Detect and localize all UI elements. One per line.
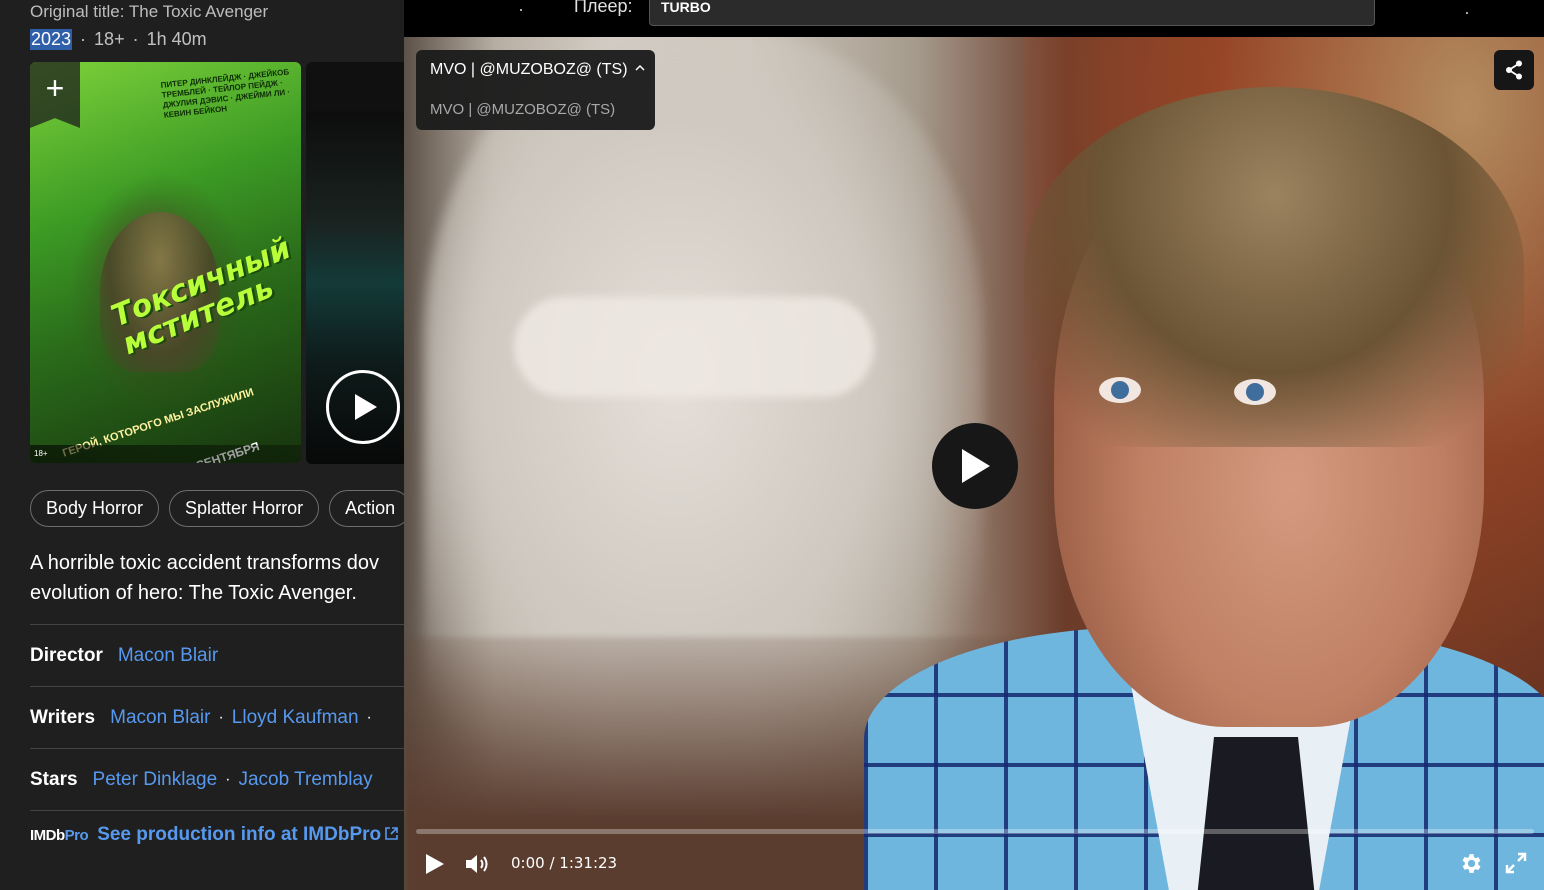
fullscreen-button[interactable] (1504, 851, 1528, 875)
background-dot (520, 9, 522, 11)
background-dot (1466, 12, 1468, 14)
video-actor-tie (1196, 737, 1316, 890)
separator: · (366, 708, 372, 726)
stars-row: Stars Peter Dinklage · Jacob Tremblay (30, 748, 404, 810)
audio-track-option[interactable]: MVO | @MUZOBOZ@ (TS) (430, 101, 615, 118)
director-row: Director Macon Blair (30, 624, 404, 686)
imdbpro-row: IMDbPro See production info at IMDbPro (30, 824, 398, 846)
genre-chip[interactable]: Body Horror (30, 490, 160, 527)
big-play-button[interactable] (932, 423, 1018, 509)
separator: · (218, 708, 224, 726)
writers-label: Writers (30, 706, 96, 728)
plot-line: evolution of hero: The Toxic Avenger. (30, 582, 357, 604)
video-player: Плеер: TURBO MVO | @MUZOBOZ@ (TS) MVO | … (404, 0, 1544, 890)
video-actor-eye (1234, 379, 1276, 405)
share-button[interactable] (1494, 50, 1534, 90)
player-label: Плеер: (574, 0, 633, 16)
star-link[interactable]: Peter Dinklage (93, 769, 218, 791)
title-metadata: 2023 · 18+ · 1h 40m (30, 28, 207, 50)
star-link[interactable]: Jacob Tremblay (238, 769, 372, 791)
poster-cast-names: ПИТЕР ДИНКЛЕЙДЖ · ДЖЕЙКОБ ТРЕМБЛЕЙ · ТЕЙ… (160, 67, 291, 120)
separator: · (225, 770, 231, 788)
video-actor-eye (1099, 377, 1141, 403)
imdbpro-logo: IMDbPro (30, 826, 89, 844)
release-year-link[interactable]: 2023 (30, 28, 73, 50)
separator: · (80, 28, 87, 49)
divider (30, 810, 404, 811)
imdbpro-logo-pro: Pro (64, 826, 89, 844)
player-source-select[interactable]: TURBO (649, 0, 1375, 26)
director-link[interactable]: Macon Blair (118, 645, 218, 667)
writer-link[interactable]: Lloyd Kaufman (232, 707, 359, 729)
plus-icon: + (45, 70, 65, 106)
player-source-bar: Плеер: TURBO (404, 0, 1544, 37)
runtime: 1h 40m (146, 28, 207, 49)
time-display: 0:00 / 1:31:23 (511, 854, 618, 872)
title-details-panel: Original title: The Toxic Avenger 2023 ·… (0, 0, 404, 890)
trailer-thumbnail[interactable] (306, 62, 404, 464)
writer-link[interactable]: Macon Blair (110, 707, 210, 729)
poster-rating-strip: 18+ (30, 445, 301, 463)
volume-icon (466, 855, 488, 873)
imdbpro-logo-main: IMDb (30, 826, 65, 844)
external-link-icon (385, 827, 398, 843)
genre-chip[interactable]: Splatter Horror (169, 490, 320, 527)
audio-track-current[interactable]: MVO | @MUZOBOZ@ (TS) (430, 61, 628, 79)
stars-label: Stars (30, 768, 78, 790)
play-button[interactable] (422, 852, 446, 876)
poster[interactable]: ПИТЕР ДИНКЛЕЙДЖ · ДЖЕЙКОБ ТРЕМБЛЕЙ · ТЕЙ… (30, 62, 301, 463)
genre-chip[interactable]: Action (329, 490, 404, 527)
settings-button[interactable] (1458, 851, 1483, 876)
fullscreen-icon (1505, 852, 1527, 874)
audio-track-dropdown[interactable]: MVO | @MUZOBOZ@ (TS) MVO | @MUZOBOZ@ (TS… (416, 50, 655, 130)
plot-line: A horrible toxic accident transforms dov (30, 552, 380, 574)
share-icon (1506, 60, 1522, 80)
imdbpro-link[interactable]: See production info at IMDbPro (97, 824, 381, 846)
writers-row: Writers Macon Blair · Lloyd Kaufman · (30, 686, 404, 748)
separator: · (132, 28, 139, 49)
play-icon (426, 854, 444, 874)
original-title: Original title: The Toxic Avenger (30, 2, 269, 21)
certificate-link[interactable]: 18+ (94, 29, 125, 50)
plot-summary: A horrible toxic accident transforms dov… (30, 548, 404, 608)
video-background-arms (514, 297, 874, 397)
chevron-up-icon (635, 61, 645, 75)
director-label: Director (30, 644, 103, 666)
progress-bar[interactable] (416, 829, 1534, 834)
play-icon (962, 449, 990, 483)
play-trailer-icon[interactable] (326, 370, 400, 444)
add-to-watchlist-ribbon[interactable]: + (30, 62, 80, 128)
volume-button[interactable] (464, 852, 492, 876)
gear-icon (1462, 854, 1481, 873)
genre-chips: Body Horror Splatter Horror Action (30, 490, 404, 527)
